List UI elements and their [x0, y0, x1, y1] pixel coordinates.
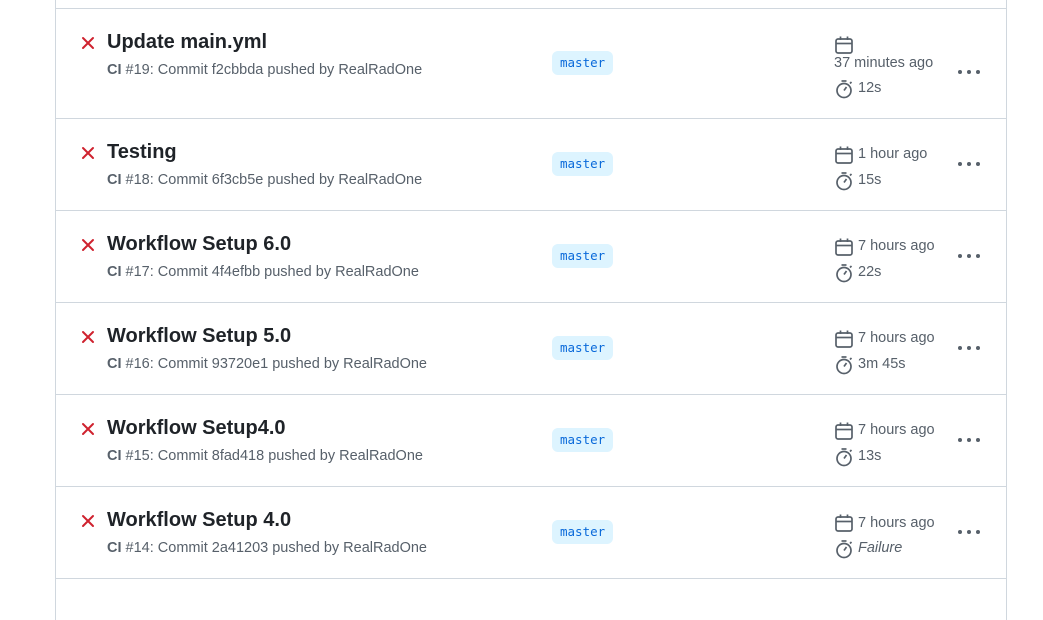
stopwatch-icon — [834, 171, 854, 191]
kebab-menu-icon[interactable] — [958, 341, 984, 355]
failure-x-icon — [80, 421, 96, 437]
workflow-run-row[interactable]: Testing CI #18: Commit 6f3cb5e pushed by… — [56, 119, 1006, 211]
workflow-run-row[interactable]: Workflow Setup 4.0 CI #14: Commit 2a4120… — [56, 487, 1006, 579]
branch-label[interactable]: master — [552, 152, 614, 176]
run-info: #14: Commit 2a41203 pushed by RealRadOne — [125, 540, 428, 556]
run-duration: Failure — [858, 540, 903, 556]
branch-label[interactable]: master — [552, 520, 614, 544]
stopwatch-icon — [834, 263, 854, 283]
branch-label[interactable]: master — [552, 336, 614, 360]
run-subtitle: CI #16: Commit 93720e1 pushed by RealRad… — [107, 356, 427, 372]
workflow-run-row[interactable]: Workflow Setup4.0 CI #15: Commit 8fad418… — [56, 395, 1006, 487]
run-info: #17: Commit 4f4efbb pushed by RealRadOne — [125, 264, 419, 280]
stopwatch-icon — [834, 447, 854, 467]
run-info: #15: Commit 8fad418 pushed by RealRadOne — [125, 448, 423, 464]
stopwatch-icon — [834, 79, 854, 99]
stopwatch-icon — [834, 355, 854, 375]
run-time-ago: 7 hours ago — [858, 330, 935, 346]
run-subtitle: CI #19: Commit f2cbbda pushed by RealRad… — [107, 62, 422, 78]
kebab-menu-icon[interactable] — [958, 65, 984, 79]
run-subtitle: CI #14: Commit 2a41203 pushed by RealRad… — [107, 540, 427, 556]
run-info: #19: Commit f2cbbda pushed by RealRadOne — [125, 62, 423, 78]
failure-x-icon — [80, 145, 96, 161]
failure-x-icon — [80, 35, 96, 51]
workflow-run-row[interactable]: Update main.yml CI #19: Commit f2cbbda p… — [56, 9, 1006, 119]
run-subtitle: CI #17: Commit 4f4efbb pushed by RealRad… — [107, 264, 419, 280]
workflow-name: CI — [107, 172, 122, 188]
branch-label[interactable]: master — [552, 428, 614, 452]
kebab-menu-icon[interactable] — [958, 525, 984, 539]
calendar-icon — [834, 145, 854, 165]
run-duration: 15s — [858, 172, 882, 188]
workflow-run-row[interactable]: Workflow Setup 6.0 CI #17: Commit 4f4efb… — [56, 211, 1006, 303]
workflow-name: CI — [107, 62, 122, 78]
workflow-name: CI — [107, 448, 122, 464]
run-title-link[interactable]: Update main.yml — [107, 31, 267, 54]
run-subtitle: CI #15: Commit 8fad418 pushed by RealRad… — [107, 448, 423, 464]
run-time-ago: 37 minutes ago — [834, 55, 934, 71]
run-info: #18: Commit 6f3cb5e pushed by RealRadOne — [125, 172, 423, 188]
workflow-name: CI — [107, 264, 122, 280]
list-header-strip — [56, 0, 1006, 9]
kebab-menu-icon[interactable] — [958, 157, 984, 171]
run-time-ago: 1 hour ago — [858, 146, 928, 162]
run-time-ago: 7 hours ago — [858, 422, 935, 438]
failure-x-icon — [80, 237, 96, 253]
failure-x-icon — [80, 329, 96, 345]
calendar-icon — [834, 35, 854, 55]
workflow-name: CI — [107, 540, 122, 556]
failure-x-icon — [80, 513, 96, 529]
stopwatch-icon — [834, 539, 854, 559]
run-duration: 3m 45s — [858, 356, 906, 372]
run-title-link[interactable]: Workflow Setup 5.0 — [107, 325, 291, 348]
run-time-ago: 7 hours ago — [858, 238, 935, 254]
run-info: #16: Commit 93720e1 pushed by RealRadOne — [125, 356, 428, 372]
calendar-icon — [834, 237, 854, 257]
workflow-name: CI — [107, 356, 122, 372]
run-duration: 22s — [858, 264, 882, 280]
branch-label[interactable]: master — [552, 244, 614, 268]
run-duration: 13s — [858, 448, 882, 464]
run-title-link[interactable]: Workflow Setup 6.0 — [107, 233, 291, 256]
run-duration: 12s — [858, 80, 882, 96]
kebab-menu-icon[interactable] — [958, 249, 984, 263]
branch-label[interactable]: master — [552, 51, 614, 75]
run-title-link[interactable]: Workflow Setup 4.0 — [107, 509, 291, 532]
calendar-icon — [834, 329, 854, 349]
workflow-runs-list: Update main.yml CI #19: Commit f2cbbda p… — [55, 0, 1007, 620]
run-title-link[interactable]: Workflow Setup4.0 — [107, 417, 286, 440]
calendar-icon — [834, 513, 854, 533]
run-time-ago: 7 hours ago — [858, 515, 935, 531]
run-subtitle: CI #18: Commit 6f3cb5e pushed by RealRad… — [107, 172, 422, 188]
kebab-menu-icon[interactable] — [958, 433, 984, 447]
run-title-link[interactable]: Testing — [107, 141, 177, 164]
calendar-icon — [834, 421, 854, 441]
workflow-run-row[interactable]: Workflow Setup 5.0 CI #16: Commit 93720e… — [56, 303, 1006, 395]
